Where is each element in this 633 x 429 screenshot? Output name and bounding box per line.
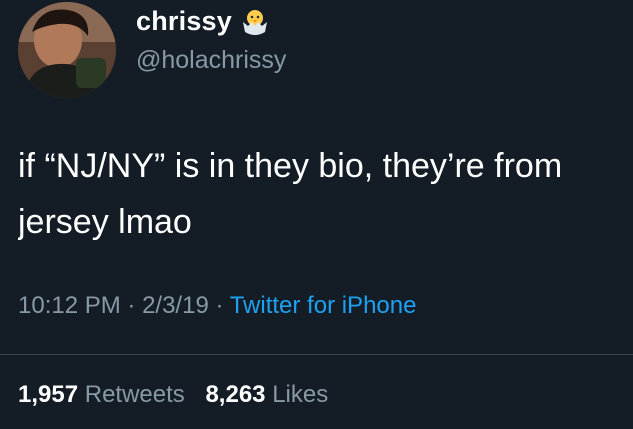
display-name-row[interactable]: chrissy [136, 6, 270, 37]
likes-stat[interactable]: 8,263 Likes [205, 381, 328, 408]
tweet-text-line: if “NJ/NY” is in they bio, they’re from [18, 147, 563, 185]
avatar[interactable] [18, 2, 116, 98]
retweets-stat[interactable]: 1,957 Retweets [18, 381, 185, 408]
tweet-source-link[interactable]: Twitter for iPhone [230, 292, 417, 319]
tweet-time[interactable]: 10:12 PM [18, 292, 121, 319]
hatching-chick-icon [240, 8, 270, 36]
tweet-card: chrissy @holachrissy if “NJ/NY” is in th… [0, 0, 633, 429]
meta-separator: · [120, 292, 143, 319]
user-handle[interactable]: @holachrissy [136, 46, 286, 75]
tweet-text-line: jersey lmao [18, 203, 192, 241]
retweets-label: Retweets [84, 381, 185, 408]
tweet-stats: 1,957 Retweets 8,263 Likes [18, 381, 342, 409]
tweet-date[interactable]: 2/3/19 [142, 292, 209, 319]
tweet-text: if “NJ/NY” is in they bio, they’re from … [18, 138, 633, 250]
retweets-count: 1,957 [18, 381, 79, 408]
tweet-meta: 10:12 PM · 2/3/19 · Twitter for iPhone [18, 292, 416, 320]
meta-separator: · [208, 292, 230, 319]
display-name[interactable]: chrissy [136, 6, 232, 37]
divider [0, 354, 633, 355]
avatar-photo [18, 2, 116, 98]
likes-count: 8,263 [205, 381, 266, 408]
likes-label: Likes [272, 381, 329, 408]
